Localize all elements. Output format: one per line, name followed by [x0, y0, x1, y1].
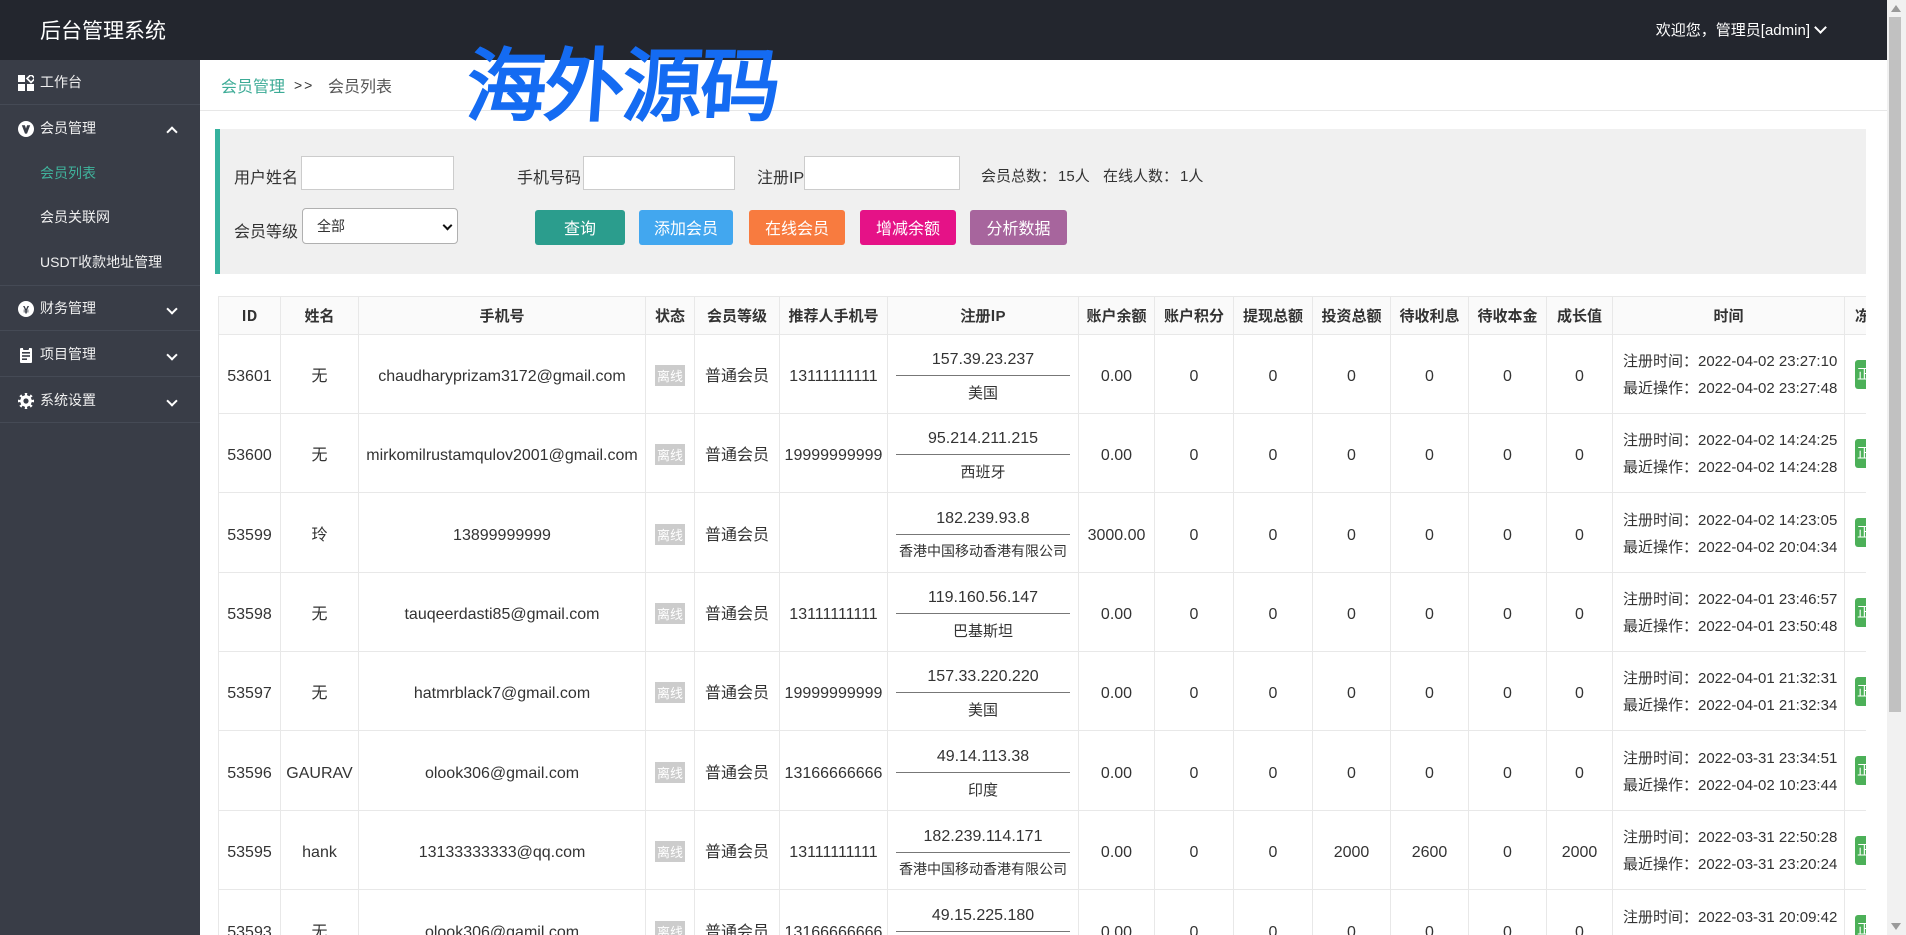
svg-text:¥: ¥	[23, 302, 30, 318]
